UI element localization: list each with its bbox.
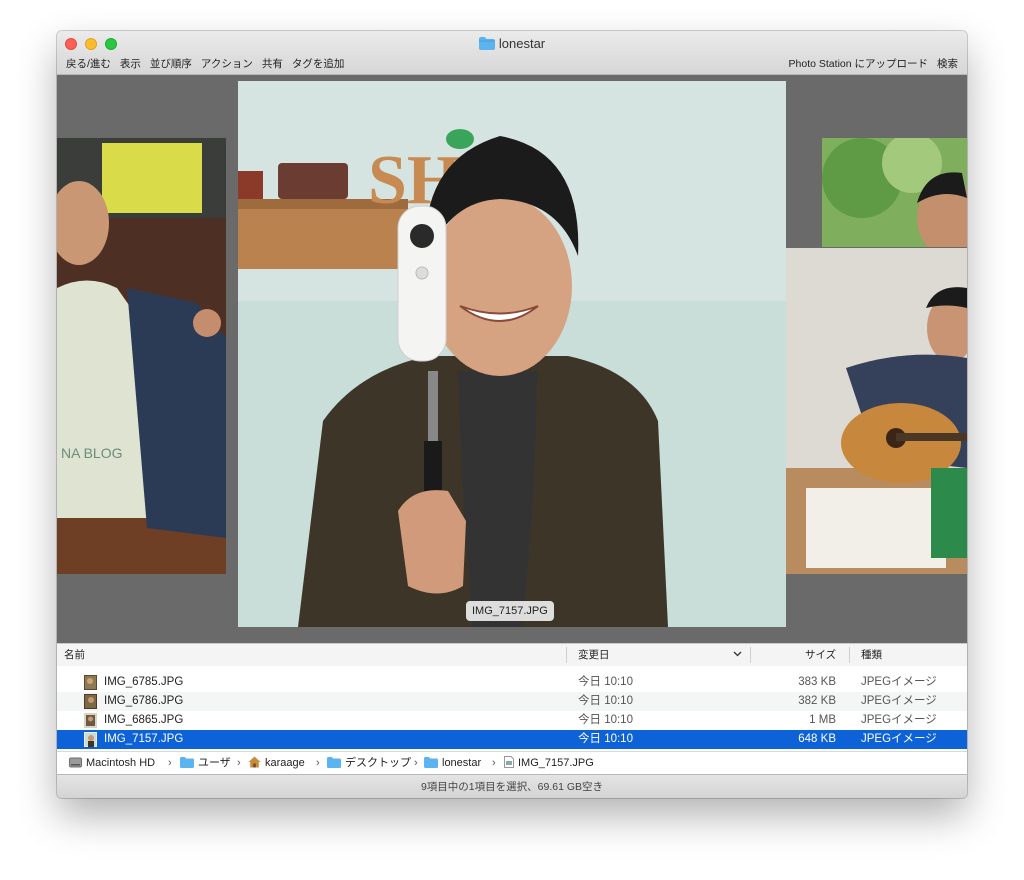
photo-left[interactable]: NA BLOG bbox=[57, 138, 226, 574]
photo-right-top[interactable] bbox=[822, 138, 967, 247]
chevron-down-icon[interactable] bbox=[733, 644, 742, 666]
arrange-button[interactable]: 並び順序 bbox=[150, 58, 192, 70]
file-kind: JPEGイメージ bbox=[861, 733, 937, 745]
file-kind: JPEGイメージ bbox=[861, 695, 937, 707]
path-item-users[interactable]: ユーザ bbox=[180, 752, 231, 774]
filename-tooltip: IMG_7157.JPG bbox=[466, 601, 554, 621]
file-name: IMG_6785.JPG bbox=[104, 676, 184, 688]
share-button[interactable]: 共有 bbox=[262, 58, 283, 70]
path-item-desktop[interactable]: デスクトップ bbox=[327, 752, 411, 774]
folder-icon bbox=[180, 757, 194, 768]
list-header: 名前 変更日 サイズ 種類 bbox=[57, 643, 967, 667]
image-thumbnail-icon bbox=[84, 713, 97, 728]
column-size[interactable]: サイズ bbox=[805, 644, 836, 666]
file-size: 648 KB bbox=[798, 733, 836, 745]
column-date-modified[interactable]: 変更日 bbox=[578, 644, 610, 666]
image-thumbnail-icon bbox=[84, 732, 97, 747]
list-row[interactable]: IMG_6865.JPG 今日 10:10 1 MB JPEGイメージ bbox=[57, 711, 967, 730]
view-button[interactable]: 表示 bbox=[120, 58, 141, 70]
shirt-text: NA BLOG bbox=[61, 445, 122, 461]
path-item-macintosh-hd[interactable]: Macintosh HD bbox=[69, 752, 155, 774]
search-button[interactable]: 検索 bbox=[937, 58, 958, 70]
column-name[interactable]: 名前 bbox=[64, 644, 85, 666]
file-kind: JPEGイメージ bbox=[861, 676, 937, 688]
folder-icon bbox=[327, 757, 341, 768]
chevron-right-icon: › bbox=[414, 757, 418, 769]
hard-drive-icon bbox=[69, 757, 82, 768]
file-date: 今日 10:10 bbox=[578, 733, 633, 745]
cover-flow-preview[interactable]: NA BLOG SH IMG_7157.JPG bbox=[57, 75, 967, 643]
image-thumbnail-icon bbox=[84, 675, 97, 690]
toolbar-left: 戻る/進む 表示 並び順序 アクション 共有 タグを追加 bbox=[66, 56, 353, 71]
file-list: IMG_6785.JPG 今日 10:10 383 KB JPEGイメージ IM… bbox=[57, 666, 967, 751]
photo-station-upload-button[interactable]: Photo Station にアップロード bbox=[789, 58, 928, 70]
title-bar: lonestar 戻る/進む 表示 並び順序 アクション 共有 タグを追加 Photo S… bbox=[57, 31, 967, 75]
photo-center[interactable]: SH bbox=[238, 81, 786, 627]
chevron-right-icon: › bbox=[492, 757, 496, 769]
folder-icon bbox=[478, 37, 495, 53]
column-kind[interactable]: 種類 bbox=[861, 644, 882, 666]
add-tag-button[interactable]: タグを追加 bbox=[292, 58, 345, 70]
file-size: 1 MB bbox=[809, 714, 836, 726]
finder-window: lonestar 戻る/進む 表示 並び順序 アクション 共有 タグを追加 Photo S… bbox=[57, 31, 967, 798]
list-row[interactable]: IMG_6785.JPG 今日 10:10 383 KB JPEGイメージ bbox=[57, 673, 967, 692]
status-bar: 9項目中の1項目を選択、69.61 GB空き bbox=[57, 774, 967, 798]
list-row-partial bbox=[57, 666, 967, 673]
path-item-file[interactable]: IMG_7157.JPG bbox=[504, 752, 594, 774]
folder-icon bbox=[424, 757, 438, 768]
image-thumbnail-icon bbox=[84, 694, 97, 709]
path-item-lonestar[interactable]: lonestar bbox=[424, 752, 481, 774]
image-file-icon bbox=[504, 756, 514, 768]
file-name: IMG_6786.JPG bbox=[104, 695, 184, 707]
home-icon bbox=[248, 756, 261, 768]
chevron-right-icon: › bbox=[237, 757, 241, 769]
back-forward-button[interactable]: 戻る/進む bbox=[66, 58, 111, 70]
photo-right[interactable] bbox=[786, 248, 967, 574]
action-button[interactable]: アクション bbox=[201, 58, 253, 70]
list-row[interactable]: IMG_6786.JPG 今日 10:10 382 KB JPEGイメージ bbox=[57, 692, 967, 711]
chevron-right-icon: › bbox=[168, 757, 172, 769]
toolbar-right: Photo Station にアップロード 検索 bbox=[780, 56, 958, 71]
path-bar: Macintosh HD › ユーザ › karaage › デスクトップ › … bbox=[57, 751, 967, 774]
list-row-selected[interactable]: IMG_7157.JPG 今日 10:10 648 KB JPEGイメージ bbox=[57, 730, 967, 749]
file-size: 383 KB bbox=[798, 676, 836, 688]
window-title: lonestar bbox=[57, 36, 967, 53]
file-date: 今日 10:10 bbox=[578, 714, 633, 726]
file-kind: JPEGイメージ bbox=[861, 714, 937, 726]
file-date: 今日 10:10 bbox=[578, 695, 633, 707]
window-title-text: lonestar bbox=[498, 36, 546, 51]
file-date: 今日 10:10 bbox=[578, 676, 633, 688]
file-name: IMG_6865.JPG bbox=[104, 714, 184, 726]
file-size: 382 KB bbox=[798, 695, 836, 707]
file-name: IMG_7157.JPG bbox=[104, 733, 184, 745]
chevron-right-icon: › bbox=[316, 757, 320, 769]
path-item-home[interactable]: karaage bbox=[248, 752, 305, 774]
